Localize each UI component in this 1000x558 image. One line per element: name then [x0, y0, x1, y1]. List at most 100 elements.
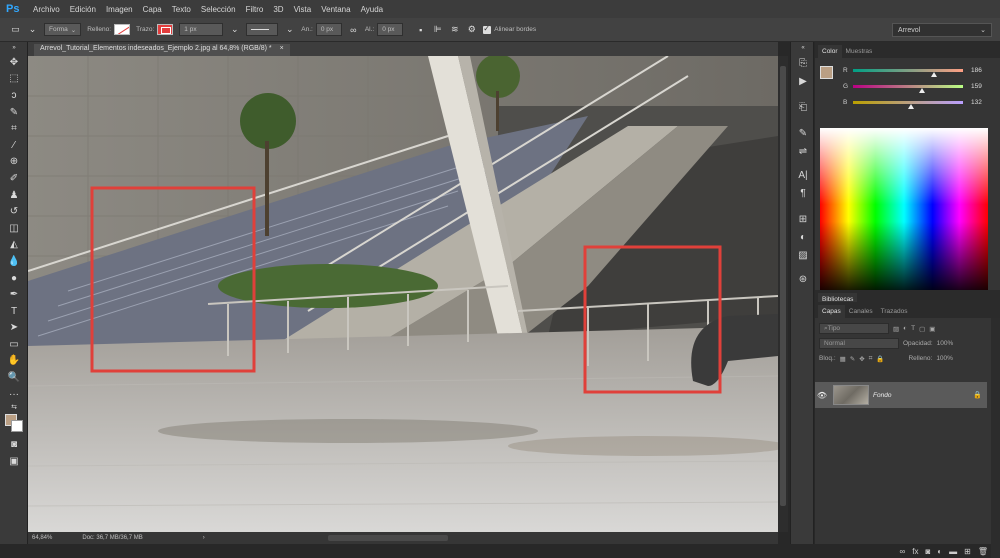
- tab-capas[interactable]: Capas: [818, 305, 845, 318]
- blend-mode-select[interactable]: Normal: [819, 338, 899, 349]
- color-wheel-icon[interactable]: ◐: [791, 228, 815, 246]
- filter-adjustment-icon[interactable]: ◐: [903, 325, 907, 332]
- trash-icon[interactable]: 🗑: [978, 547, 988, 556]
- screen-mode-icon[interactable]: ▣: [0, 453, 28, 470]
- eraser-tool-icon[interactable]: ◫: [0, 220, 28, 237]
- menu-capa[interactable]: Capa: [138, 5, 167, 14]
- pen-tool-icon[interactable]: ✒: [0, 286, 28, 303]
- character-icon[interactable]: A|: [791, 166, 815, 184]
- b-knob[interactable]: [908, 103, 914, 109]
- stroke-width-field[interactable]: 1 px: [179, 23, 224, 36]
- chevron-right-icon[interactable]: ›: [203, 535, 205, 541]
- r-knob[interactable]: [931, 71, 937, 77]
- healing-brush-tool-icon[interactable]: ⊕: [0, 154, 28, 171]
- crop-tool-icon[interactable]: ⌗: [0, 120, 28, 137]
- zoom-tool-icon[interactable]: 🔍: [0, 369, 28, 386]
- hand-tool-icon[interactable]: ✋: [0, 353, 28, 370]
- path-alignment-icon[interactable]: ⊫: [432, 24, 443, 35]
- add-mask-icon[interactable]: ◙: [925, 547, 930, 556]
- vertical-scrollbar[interactable]: [778, 56, 788, 532]
- brush-tool-icon[interactable]: ✐: [0, 170, 28, 187]
- grid-icon[interactable]: ⊞: [791, 210, 815, 228]
- lock-all-icon[interactable]: 🔒: [876, 355, 884, 363]
- width-field[interactable]: 0 px: [315, 23, 342, 36]
- layers-scrollbar[interactable]: [991, 318, 1000, 558]
- opacity-value[interactable]: 100%: [937, 340, 954, 347]
- fill-swatch[interactable]: [114, 24, 131, 35]
- blur-tool-icon[interactable]: 💧: [0, 253, 28, 270]
- type-tool-icon[interactable]: T: [0, 303, 28, 320]
- close-icon[interactable]: ×: [280, 45, 284, 52]
- brush-preset-icon[interactable]: ✎: [791, 124, 815, 142]
- height-field[interactable]: 0 px: [377, 23, 404, 36]
- tab-trazados[interactable]: Trazados: [877, 305, 912, 318]
- r-value[interactable]: 186: [971, 67, 982, 74]
- background-color-swatch[interactable]: [11, 420, 23, 433]
- b-value[interactable]: 132: [971, 99, 982, 106]
- tab-canales[interactable]: Canales: [845, 305, 877, 318]
- history-icon[interactable]: ⎘: [791, 54, 815, 72]
- rectangle-tool-icon[interactable]: ▭: [0, 336, 28, 353]
- layer-style-icon[interactable]: fx: [912, 547, 918, 556]
- path-operations-icon[interactable]: ▪: [415, 24, 426, 35]
- swap-colors-icon[interactable]: ⇆: [0, 402, 28, 412]
- menu-vista[interactable]: Vista: [289, 5, 317, 14]
- menu-3d[interactable]: 3D: [268, 5, 288, 14]
- scrollbar-thumb[interactable]: [780, 66, 786, 506]
- document-tab[interactable]: Arrevol_Tutorial_Elementos indeseados_Ej…: [34, 44, 290, 56]
- link-icon[interactable]: ∞: [348, 24, 359, 35]
- quick-selection-tool-icon[interactable]: ✎: [0, 104, 28, 121]
- lasso-tool-icon[interactable]: ↄ: [0, 87, 28, 104]
- stroke-style-select[interactable]: [246, 23, 279, 36]
- fill-value[interactable]: 100%: [936, 355, 953, 362]
- new-group-icon[interactable]: ▬: [949, 547, 957, 556]
- collapse-icon[interactable]: «: [791, 42, 815, 54]
- menu-filtro[interactable]: Filtro: [241, 5, 269, 14]
- layer-row-fondo[interactable]: 👁 Fondo 🔒: [815, 382, 987, 408]
- clone-stamp-tool-icon[interactable]: ♟: [0, 187, 28, 204]
- paint-bucket-tool-icon[interactable]: ◭: [0, 237, 28, 254]
- path-arrangement-icon[interactable]: ≋: [449, 24, 460, 35]
- b-track[interactable]: [853, 100, 963, 109]
- eyedropper-tool-icon[interactable]: ⁄: [0, 137, 28, 154]
- lock-position-icon[interactable]: ✥: [859, 355, 864, 363]
- gear-icon[interactable]: ⚙: [466, 24, 477, 35]
- g-knob[interactable]: [919, 87, 925, 93]
- link-layers-icon[interactable]: ∞: [900, 547, 906, 556]
- lock-pixels-icon[interactable]: ✎: [850, 355, 855, 363]
- menu-imagen[interactable]: Imagen: [101, 5, 138, 14]
- g-value[interactable]: 159: [971, 83, 982, 90]
- chevron-down-icon[interactable]: ⌄: [284, 24, 295, 35]
- path-selection-tool-icon[interactable]: ➤: [0, 320, 28, 337]
- actions-icon[interactable]: ▶: [791, 72, 815, 90]
- zoom-level[interactable]: 64,84%: [32, 535, 52, 541]
- menu-seleccion[interactable]: Selección: [196, 5, 241, 14]
- history-brush-tool-icon[interactable]: ↺: [0, 203, 28, 220]
- menu-ayuda[interactable]: Ayuda: [356, 5, 389, 14]
- layer-filter-select[interactable]: ⌕ Tipo: [819, 323, 889, 334]
- tool-preset-icon[interactable]: ▭: [10, 24, 21, 35]
- menu-edicion[interactable]: Edición: [65, 5, 101, 14]
- stroke-swatch[interactable]: [157, 24, 174, 35]
- horizontal-scrollbar[interactable]: [328, 535, 448, 541]
- foreground-color-swatch[interactable]: [820, 66, 833, 79]
- more-tools-icon[interactable]: ···: [0, 386, 28, 403]
- collapse-icon[interactable]: »: [0, 42, 28, 54]
- tab-muestras[interactable]: Muestras: [842, 45, 877, 58]
- dodge-tool-icon[interactable]: ●: [0, 270, 28, 287]
- filter-smart-object-icon[interactable]: ▣: [929, 325, 935, 333]
- lock-artboard-icon[interactable]: ⌗: [869, 355, 873, 363]
- libraries-icon[interactable]: ⊛: [791, 270, 815, 288]
- lock-transparency-icon[interactable]: ▦: [840, 355, 846, 363]
- layer-name[interactable]: Fondo: [873, 392, 973, 399]
- foreground-background-swatches[interactable]: [0, 412, 28, 436]
- menu-ventana[interactable]: Ventana: [316, 5, 355, 14]
- move-tool-icon[interactable]: ✥: [0, 54, 28, 71]
- menu-texto[interactable]: Texto: [167, 5, 196, 14]
- new-layer-icon[interactable]: ⊞: [964, 547, 971, 556]
- g-track[interactable]: [853, 84, 963, 93]
- adjustment-layer-icon[interactable]: ◐: [937, 547, 942, 556]
- filter-shape-icon[interactable]: ▢: [919, 325, 925, 333]
- clone-source-icon[interactable]: ⎗: [791, 98, 815, 116]
- shape-mode-select[interactable]: Forma ⌄: [44, 23, 82, 36]
